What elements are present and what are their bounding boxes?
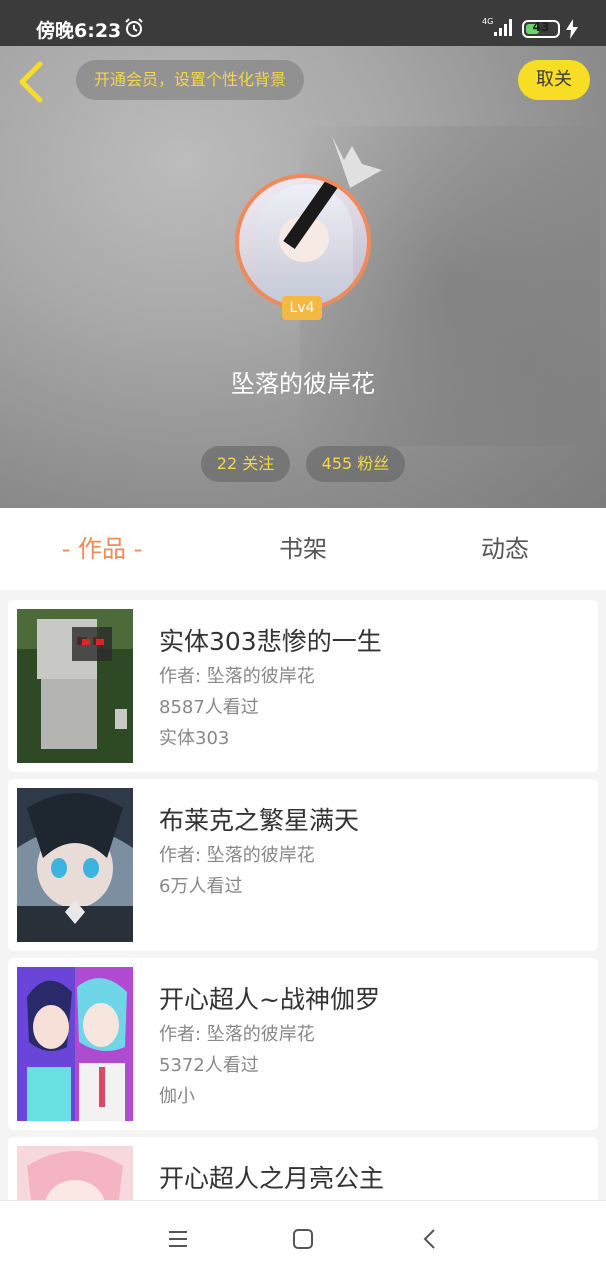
work-title: 布莱克之繁星满天 xyxy=(159,806,360,835)
network-type: 4G xyxy=(482,17,493,26)
work-card[interactable]: 实体303悲惨的一生 作者: 坠落的彼岸花 8587人看过 实体303 xyxy=(8,600,598,772)
cover-image xyxy=(17,1146,133,1200)
cover-image xyxy=(17,967,133,1121)
charging-bolt-icon xyxy=(566,19,578,39)
system-nav-bar xyxy=(0,1200,606,1280)
work-views: 5372人看过 xyxy=(159,1055,259,1076)
status-bar: 傍晚6:23 4G 43 xyxy=(0,0,606,46)
fans-count[interactable]: 455 粉丝 xyxy=(306,446,405,482)
battery-icon: 43 xyxy=(522,20,560,38)
level-badge: Lv4 xyxy=(282,296,322,320)
work-card[interactable]: 布莱克之繁星满天 作者: 坠落的彼岸花 6万人看过 xyxy=(8,779,598,951)
alarm-clock-icon xyxy=(125,18,143,37)
avatar[interactable] xyxy=(235,174,371,310)
tab-works[interactable]: - 作品 - xyxy=(22,508,182,590)
profile-header: 开通会员，设置个性化背景 取关 Lv4 坠落的彼岸花 22 关注 455 粉丝 xyxy=(0,46,606,508)
username: 坠落的彼岸花 xyxy=(231,370,375,398)
following-count[interactable]: 22 关注 xyxy=(201,446,290,482)
home-icon[interactable] xyxy=(291,1227,315,1251)
work-author: 作者: 坠落的彼岸花 xyxy=(159,666,315,687)
cover-image xyxy=(17,788,133,942)
work-card[interactable]: 开心超人之月亮公主 xyxy=(8,1137,598,1200)
work-title: 开心超人~战神伽罗 xyxy=(159,985,380,1014)
cover-image xyxy=(17,609,133,763)
work-title: 开心超人之月亮公主 xyxy=(159,1164,385,1193)
back-icon[interactable] xyxy=(418,1227,442,1251)
work-views: 6万人看过 xyxy=(159,876,243,897)
status-time: 傍晚6:23 xyxy=(36,20,122,42)
work-views: 8587人看过 xyxy=(159,697,259,718)
tab-bookshelf[interactable]: 书架 xyxy=(223,508,383,590)
menu-icon[interactable] xyxy=(166,1227,190,1251)
vip-banner[interactable]: 开通会员，设置个性化背景 xyxy=(76,60,305,100)
work-author: 作者: 坠落的彼岸花 xyxy=(159,1024,315,1045)
signal-icon: 4G xyxy=(482,17,512,36)
work-author: 作者: 坠落的彼岸花 xyxy=(159,845,315,866)
work-title: 实体303悲惨的一生 xyxy=(159,627,382,656)
work-card[interactable]: 开心超人~战神伽罗 作者: 坠落的彼岸花 5372人看过 伽小 xyxy=(8,958,598,1130)
work-tag: 伽小 xyxy=(159,1086,195,1107)
back-chevron-icon[interactable] xyxy=(14,60,50,104)
battery-level-text: 43 xyxy=(532,20,550,34)
unfollow-button[interactable]: 取关 xyxy=(518,60,590,100)
work-tag: 实体303 xyxy=(159,728,230,749)
profile-tabs: - 作品 - 书架 动态 xyxy=(0,508,606,590)
works-list: 实体303悲惨的一生 作者: 坠落的彼岸花 8587人看过 实体303 布莱克之… xyxy=(0,590,606,1200)
tab-activity[interactable]: 动态 xyxy=(425,508,585,590)
